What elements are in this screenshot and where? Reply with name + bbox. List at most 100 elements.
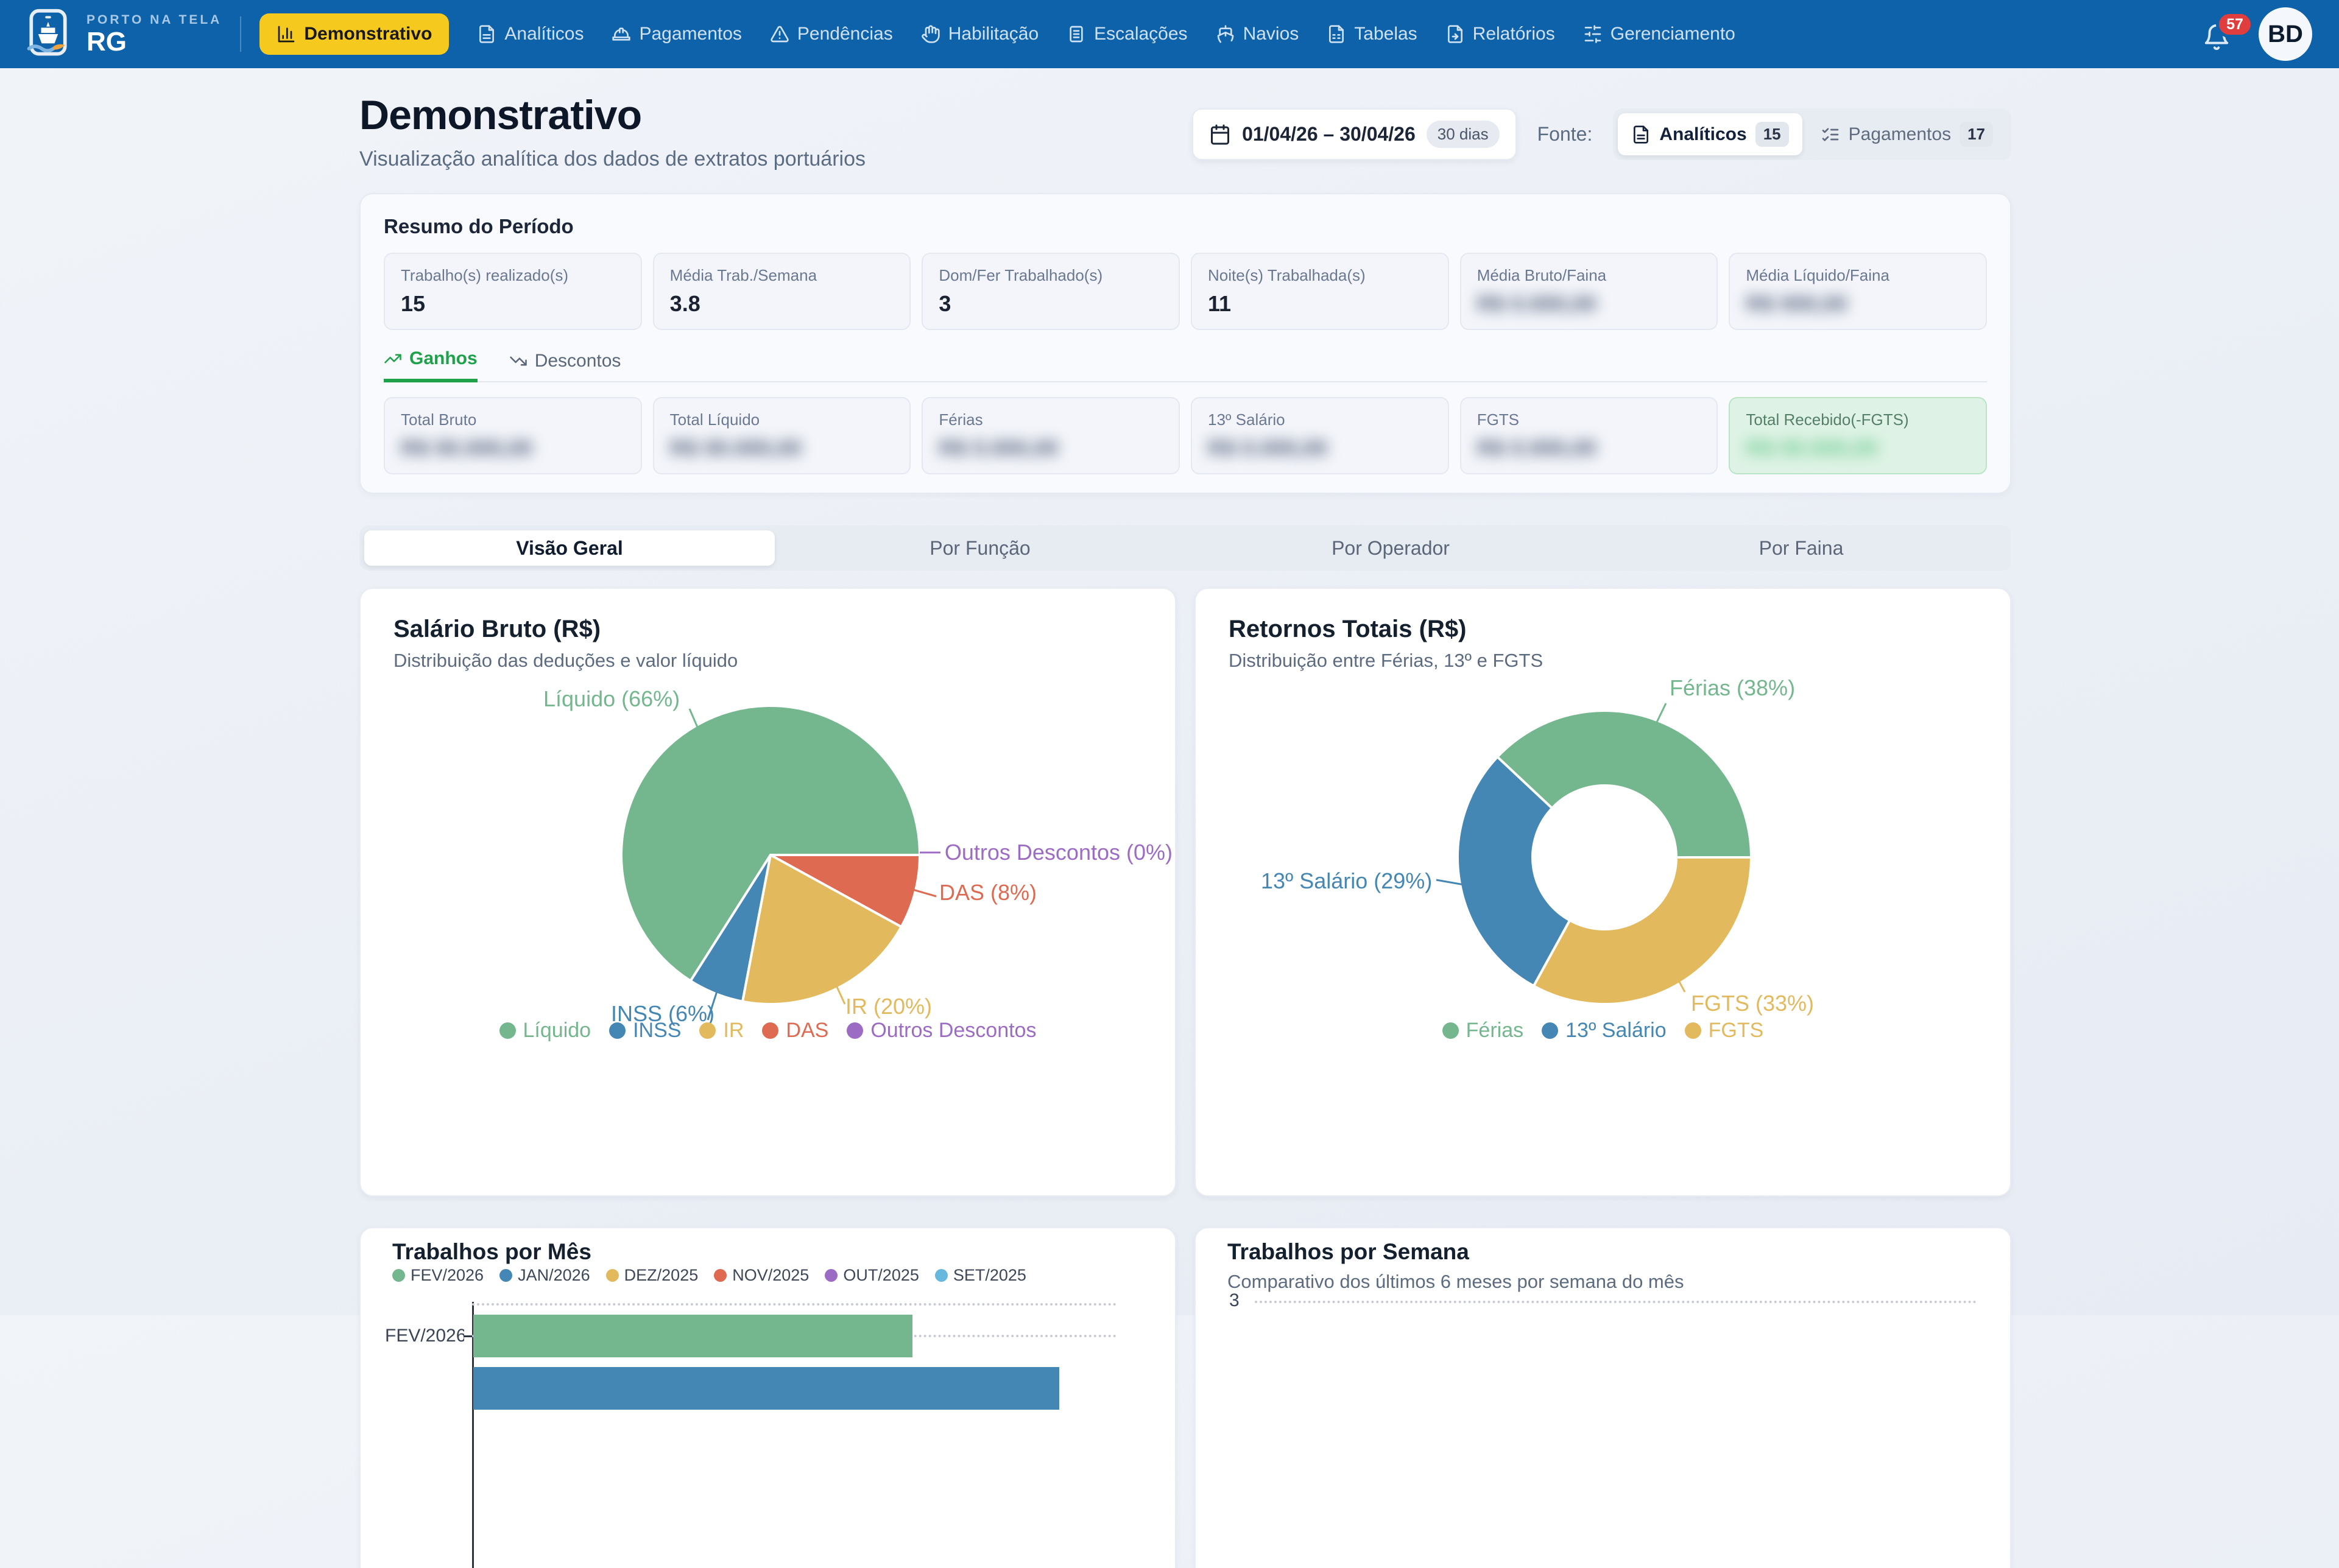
bar-jan-2026[interactable]	[473, 1367, 1059, 1410]
stat-total-recebido: Total Recebido(-FGTS) R$ 00.000,00	[1729, 397, 1987, 474]
nav-item-label: Analíticos	[504, 24, 584, 44]
stat-media-liquido-faina: Média Líquido/Faina R$ 000,00	[1729, 253, 1987, 330]
trending-down-icon	[509, 352, 527, 370]
ytick-dash	[464, 1335, 472, 1337]
stat-value: 15	[401, 291, 625, 317]
legend-dot	[825, 1269, 838, 1282]
alert-triangle-icon	[770, 24, 789, 44]
charts-row: Salário Bruto (R$) Distribuição das dedu…	[359, 588, 2011, 1197]
list-checks-icon	[1821, 125, 1840, 144]
period-summary-card: Resumo do Período Trabalho(s) realizado(…	[359, 193, 2011, 494]
nav-item-relatorios[interactable]: Relatórios	[1445, 24, 1555, 44]
nav-item-habilitacao[interactable]: Habilitação	[921, 24, 1039, 44]
file-text-icon	[1631, 125, 1651, 144]
summary-title: Resumo do Período	[384, 215, 1987, 238]
legend-dot	[499, 1022, 516, 1039]
app-logo[interactable]: PORTO NA TELA RG	[22, 8, 222, 60]
stat-domfer-trabalhados: Dom/Fer Trabalhado(s) 3	[922, 253, 1180, 330]
nav-item-label: Escalações	[1094, 24, 1187, 44]
user-avatar[interactable]: BD	[2259, 7, 2312, 61]
chart-card-salario-bruto: Salário Bruto (R$) Distribuição das dedu…	[359, 588, 1176, 1197]
source-count-badge: 15	[1755, 122, 1789, 147]
nav-item-gerenciamento[interactable]: Gerenciamento	[1583, 24, 1735, 44]
gridline-3	[1255, 1301, 1977, 1303]
legend-item-Férias: Férias	[1442, 1019, 1523, 1042]
fonte-label: Fonte:	[1537, 123, 1593, 146]
tab-por-operador[interactable]: Por Operador	[1185, 530, 1596, 566]
legend-item-JAN/2026: JAN/2026	[499, 1266, 590, 1285]
pie-leader-lines	[361, 589, 1176, 1197]
legend-dot	[609, 1022, 626, 1039]
bottom-charts-row: Trabalhos por Mês FEV/2026JAN/2026DEZ/20…	[359, 1227, 2011, 1568]
page-subtitle: Visualização analítica dos dados de extr…	[359, 147, 866, 171]
nav-item-label: Gerenciamento	[1610, 24, 1735, 44]
source-option-pagamentos[interactable]: Pagamentos 17	[1807, 113, 2006, 155]
nav-item-pendencias[interactable]: Pendências	[770, 24, 893, 44]
chart-subtitle: Comparativo dos últimos 6 meses por sema…	[1227, 1271, 1684, 1293]
source-option-analiticos[interactable]: Analíticos 15	[1618, 113, 1802, 155]
legend-dot	[847, 1022, 863, 1039]
stat-label: Média Líquido/Faina	[1746, 266, 1970, 285]
gain-tabs: Ganhos Descontos	[384, 348, 1987, 382]
tab-ganhos[interactable]: Ganhos	[384, 348, 478, 382]
main-content: Demonstrativo Visualização analítica dos…	[359, 68, 2011, 1568]
chart-title: Trabalhos por Semana	[1227, 1239, 1469, 1265]
file-grid-icon	[1327, 24, 1346, 44]
legend-dot	[714, 1269, 727, 1282]
tab-descontos[interactable]: Descontos	[509, 351, 621, 381]
tab-por-faina[interactable]: Por Faina	[1596, 530, 2006, 566]
stat-13-salario: 13º Salário R$ 0.000,00	[1191, 397, 1449, 474]
stat-label: 13º Salário	[1208, 410, 1432, 429]
legend-item-SET/2025: SET/2025	[935, 1266, 1026, 1285]
stat-value-masked: R$ 0.000,00	[1208, 435, 1432, 461]
stat-label: Férias	[939, 410, 1163, 429]
callout-liquido: Líquido (66%)	[543, 686, 680, 712]
trending-up-icon	[384, 350, 402, 368]
stat-label: Noite(s) Trabalhada(s)	[1208, 266, 1432, 285]
brand-top-label: PORTO NA TELA	[86, 13, 222, 27]
file-text-icon	[477, 24, 496, 44]
legend-dot	[392, 1269, 405, 1282]
nav-item-label: Pagamentos	[639, 24, 741, 44]
ship-phone-logo-icon	[22, 8, 74, 60]
notifications-button[interactable]: 57	[2203, 15, 2237, 54]
nav-item-pagamentos[interactable]: Pagamentos	[612, 24, 741, 44]
page-header: Demonstrativo Visualização analítica dos…	[359, 91, 2011, 171]
nav-item-label: Demonstrativo	[304, 24, 432, 44]
stat-media-bruto-faina: Média Bruto/Faina R$ 0.000,00	[1460, 253, 1718, 330]
callout-outros-descontos: Outros Descontos (0%)	[942, 840, 1173, 865]
stat-label: Média Trab./Semana	[670, 266, 894, 285]
date-range-text: 01/04/26 – 30/04/26	[1242, 123, 1416, 146]
file-output-icon	[1445, 24, 1465, 44]
view-tabs: Visão Geral Por Função Por Operador Por …	[359, 526, 2011, 571]
nav-right: 57 BD	[2203, 7, 2312, 61]
legend-item-DEZ/2025: DEZ/2025	[606, 1266, 699, 1285]
nav-item-label: Tabelas	[1354, 24, 1417, 44]
nav-item-demonstrativo[interactable]: Demonstrativo	[259, 13, 449, 55]
bar-fev-2026[interactable]	[473, 1315, 912, 1357]
chart-title: Trabalhos por Mês	[392, 1239, 591, 1265]
pie-legend: LíquidoINSSIRDASOutros Descontos	[361, 1019, 1175, 1042]
stat-value: 3.8	[670, 291, 894, 317]
ytick-3: 3	[1229, 1290, 1240, 1311]
date-range-picker[interactable]: 01/04/26 – 30/04/26 30 dias	[1192, 108, 1517, 160]
legend-dot	[606, 1269, 619, 1282]
legend-item-OUT/2025: OUT/2025	[825, 1266, 919, 1285]
nav-item-escalacoes[interactable]: Escalações	[1067, 24, 1187, 44]
stat-value: 3	[939, 291, 1163, 317]
legend-dot	[499, 1269, 512, 1282]
legend-item-13º Salário: 13º Salário	[1542, 1019, 1667, 1042]
nav-item-analiticos[interactable]: Analíticos	[477, 24, 584, 44]
page-header-text: Demonstrativo Visualização analítica dos…	[359, 91, 866, 171]
nav-item-label: Relatórios	[1473, 24, 1555, 44]
header-controls: 01/04/26 – 30/04/26 30 dias Fonte: Analí…	[1192, 108, 2011, 160]
tab-por-funcao[interactable]: Por Função	[775, 530, 1185, 566]
nav-item-navios[interactable]: Navios	[1216, 24, 1299, 44]
source-toggle-group: Analíticos 15 Pagamentos 17	[1613, 108, 2011, 160]
stat-label: Trabalho(s) realizado(s)	[401, 266, 625, 285]
legend-dot	[1542, 1022, 1558, 1039]
nav-item-tabelas[interactable]: Tabelas	[1327, 24, 1417, 44]
tab-visao-geral[interactable]: Visão Geral	[364, 530, 775, 566]
stat-label: FGTS	[1477, 410, 1701, 429]
notification-count-badge: 57	[2216, 11, 2254, 38]
